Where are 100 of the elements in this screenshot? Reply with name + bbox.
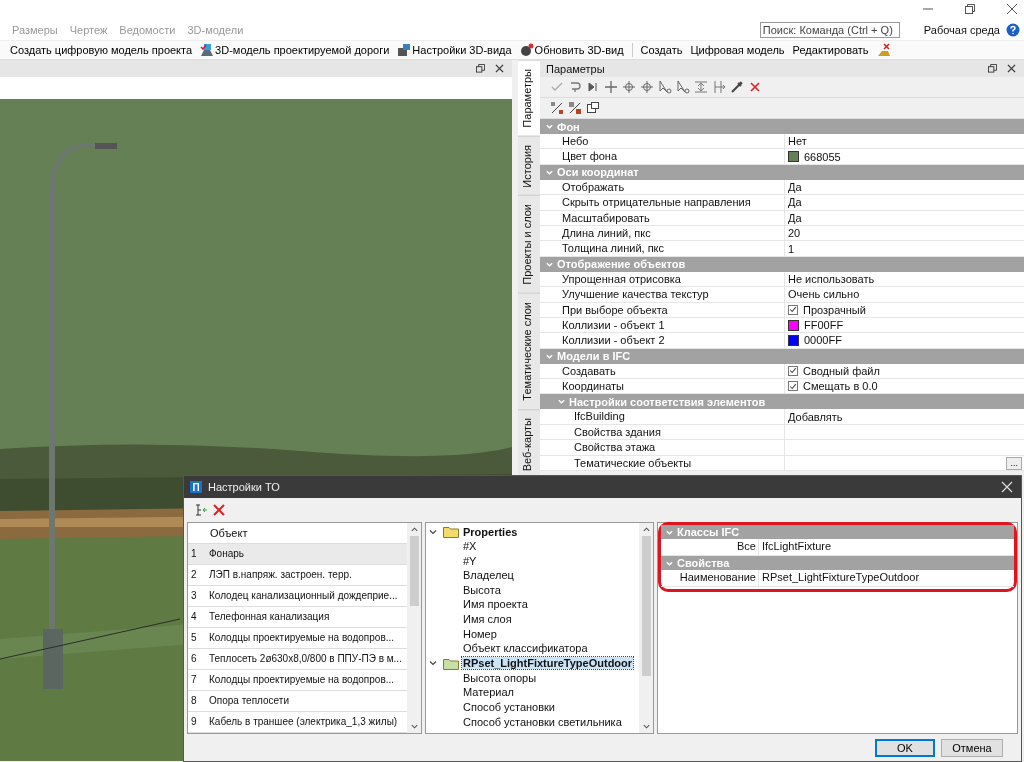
checkbox[interactable] xyxy=(788,381,798,392)
tree-item[interactable]: Способ установки светильника xyxy=(426,714,639,730)
section-title: Модели в IFC xyxy=(557,350,631,363)
toolbar-button[interactable]: Обновить 3D-вид xyxy=(519,43,624,57)
tree-item[interactable]: Высота опоры xyxy=(426,670,639,686)
cursor-icon[interactable] xyxy=(676,80,690,94)
section-title: Свойства xyxy=(677,557,730,569)
delete-icon[interactable] xyxy=(748,80,762,94)
section-title: Фон xyxy=(557,120,580,133)
scroll-thumb[interactable] xyxy=(641,536,651,676)
curved-arrow-icon[interactable] xyxy=(568,80,582,94)
scroll-up-icon[interactable] xyxy=(641,525,651,534)
tree-add-icon[interactable] xyxy=(194,503,208,517)
panel-title: Параметры xyxy=(546,62,605,75)
property-name: Цвет фона xyxy=(540,149,785,164)
property-value: RPset_LightFixtureTypeOutdoor xyxy=(761,570,920,585)
object-row[interactable]: 1 Фонарь xyxy=(188,543,407,565)
column-header: Объект xyxy=(209,526,248,539)
search-field[interactable]: Поиск: Команда (Ctrl + Q) xyxy=(759,22,900,38)
property-value: IfcLightFixture xyxy=(761,539,832,554)
close-icon[interactable] xyxy=(1006,3,1018,15)
tree-item[interactable]: Имя проекта xyxy=(426,597,639,612)
scrollbar[interactable] xyxy=(639,523,653,733)
checkbox-label: Прозрачный xyxy=(803,303,866,316)
toolbar-button[interactable]: Создать цифровую модель проекта xyxy=(10,44,193,56)
property-name: Наименование xyxy=(661,570,759,586)
property-name: Создавать xyxy=(540,363,785,379)
tree-item[interactable]: Высота xyxy=(426,582,639,598)
dialog-title: Настройки ТО xyxy=(208,481,281,493)
tree-item[interactable]: #X xyxy=(426,539,639,554)
property-value: 0000FF xyxy=(804,334,842,347)
skip-icon[interactable] xyxy=(586,80,600,94)
property-name: Скрыть отрицательные направления xyxy=(540,195,785,210)
eyedropper-icon[interactable] xyxy=(730,80,744,94)
section-title: Оси координат xyxy=(557,166,639,179)
checkbox-label: Сводный файл xyxy=(803,364,880,377)
property-name: Коллизии - объект 2 xyxy=(540,333,785,348)
app-logo: П xyxy=(190,481,202,493)
plus-icon[interactable] xyxy=(604,80,618,94)
toolbar-button[interactable]: 3D-модель проектируемой дороги xyxy=(200,43,390,57)
property-name: Улучшение качества текстур xyxy=(540,287,785,302)
property-name: Масштабировать xyxy=(540,210,785,225)
close-icon[interactable] xyxy=(495,64,504,73)
section-title: Отображение объектов xyxy=(557,258,686,271)
restore-icon[interactable] xyxy=(988,64,997,73)
toolbar-button[interactable]: Редактировать xyxy=(792,44,869,56)
delete-icon[interactable] xyxy=(212,503,226,517)
window-icon[interactable] xyxy=(586,101,600,115)
restore-icon[interactable] xyxy=(476,64,485,73)
tree-node[interactable]: Properties xyxy=(462,525,519,538)
dialog-button[interactable]: Отмена xyxy=(941,738,1003,757)
tree-item[interactable]: Номер xyxy=(426,626,639,642)
scrollbar[interactable] xyxy=(407,523,421,733)
close-icon[interactable] xyxy=(1007,64,1016,73)
crosshair-icon[interactable] xyxy=(640,80,654,94)
tree-item[interactable]: Способ установки xyxy=(426,699,639,715)
side-tab[interactable]: Параметры xyxy=(518,60,540,136)
toolbar-button[interactable]: Создать xyxy=(640,44,683,56)
align-icon[interactable] xyxy=(694,80,708,94)
color-swatch[interactable] xyxy=(788,319,799,331)
scroll-thumb[interactable] xyxy=(409,536,419,606)
checkbox[interactable] xyxy=(788,365,798,376)
property-value: Да xyxy=(788,180,802,193)
folder-icon xyxy=(443,656,459,670)
scroll-up-icon[interactable] xyxy=(409,525,419,534)
browse-button[interactable]: ... xyxy=(1006,456,1022,470)
cursor-icon[interactable] xyxy=(658,80,672,94)
clear-icon[interactable] xyxy=(876,43,891,57)
tree-item[interactable]: Объект классификатора xyxy=(426,641,639,656)
tree-item[interactable]: #Y xyxy=(426,553,639,569)
percent-icon[interactable] xyxy=(550,101,564,115)
workspace-dropdown[interactable]: Рабочая среда xyxy=(923,24,1000,36)
tree-item[interactable]: Имя слоя xyxy=(426,611,639,627)
property-name: Свойства здания xyxy=(540,424,785,440)
tree-node[interactable]: RPset_LightFixtureTypeOutdoor xyxy=(462,657,634,670)
property-value: Нет xyxy=(788,135,807,148)
section-title: Классы IFC xyxy=(677,526,740,538)
property-value: Не использовать xyxy=(788,272,875,285)
color-swatch[interactable] xyxy=(788,335,799,346)
scroll-down-icon[interactable] xyxy=(641,722,651,731)
property-value: 668055 xyxy=(804,150,841,163)
checkbox-label: Смещать в 0.0 xyxy=(803,380,878,393)
percent-icon[interactable] xyxy=(568,101,582,115)
property-name: IfcBuilding xyxy=(540,409,785,424)
property-value: Да xyxy=(788,196,802,209)
property-name: При выборе объекта xyxy=(540,302,785,317)
checkbox[interactable] xyxy=(788,304,798,315)
tree-item[interactable]: Материал xyxy=(426,685,639,700)
help-icon[interactable] xyxy=(1006,23,1020,37)
restore-icon[interactable] xyxy=(964,3,976,15)
toolbar-button[interactable]: Цифровая модель xyxy=(690,44,785,56)
scroll-down-icon[interactable] xyxy=(409,722,419,731)
tree-item[interactable]: Владелец xyxy=(426,568,639,583)
crosshair-icon[interactable] xyxy=(622,80,636,94)
property-value: 1 xyxy=(788,242,795,255)
property-name: Небо xyxy=(540,134,785,149)
toolbar-button[interactable]: Настройки 3D-вида xyxy=(397,43,512,57)
property-name: Координаты xyxy=(540,379,785,394)
dialog-button[interactable]: OK xyxy=(875,738,935,757)
color-swatch[interactable] xyxy=(788,151,799,163)
